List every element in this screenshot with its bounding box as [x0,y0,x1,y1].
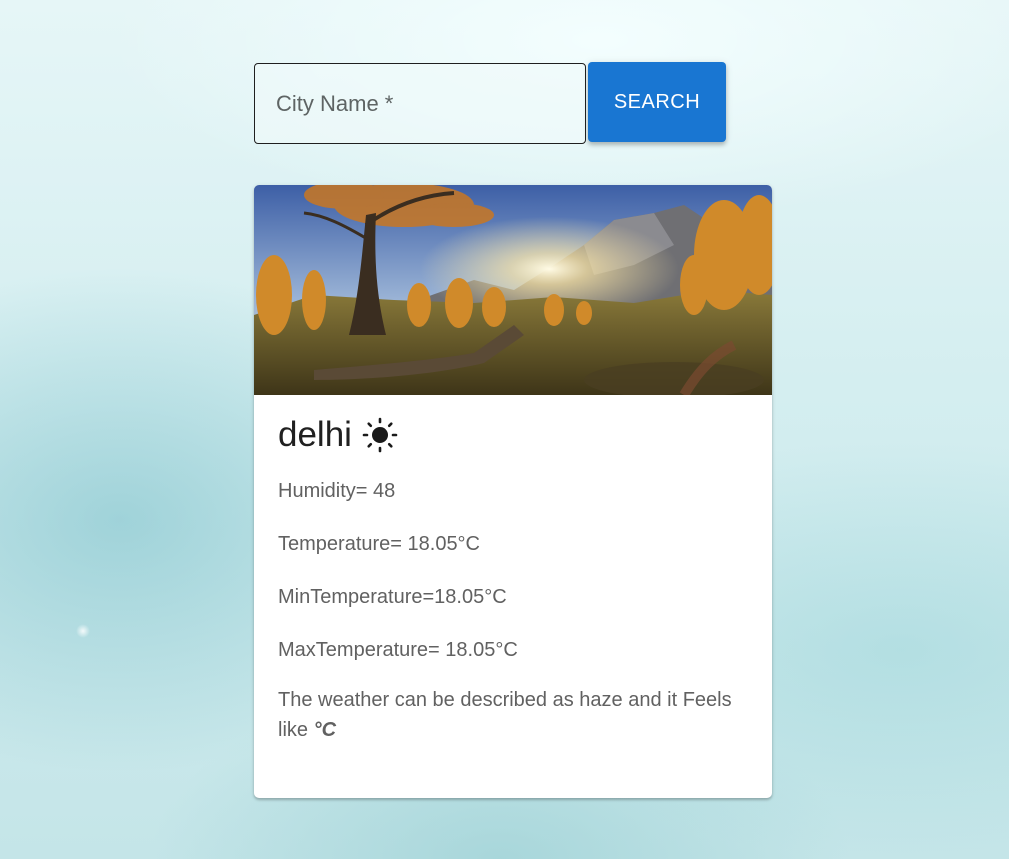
weather-description: The weather can be described as haze and… [278,685,748,745]
min-temperature-text: MinTemperature=18.05°C [278,586,507,608]
search-button[interactable]: SEARCH [588,62,726,142]
city-name: delhi [278,415,352,454]
city-name-input[interactable] [255,64,585,143]
weather-card: delhi Humidity= 48 Temperature= 18.05°C … [254,185,772,798]
temperature-text: Temperature= 18.05°C [278,533,481,555]
sun-icon [362,417,398,453]
max-temperature-text: MaxTemperature= 18.05°C [278,639,518,661]
weather-description-text: The weather can be described as haze and… [278,689,732,741]
city-name-field[interactable] [254,63,586,144]
humidity-text: Humidity= 48 [278,480,396,502]
background-bokeh [76,624,90,638]
landscape-image [254,185,772,395]
search-form: SEARCH [254,62,726,144]
city-heading: delhi [278,415,748,455]
feels-like-unit: °C [313,719,337,741]
card-content: delhi Humidity= 48 Temperature= 18.05°C … [254,395,772,745]
